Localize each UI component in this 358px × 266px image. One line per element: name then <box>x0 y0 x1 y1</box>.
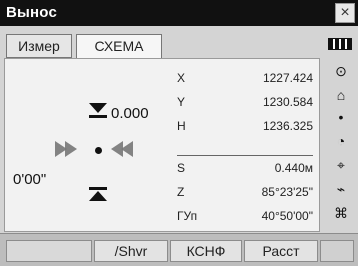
down-arrow-icon <box>89 103 107 113</box>
softkey-1[interactable] <box>6 240 92 262</box>
value-x: 1227.424 <box>262 71 313 85</box>
row-x: X 1227.424 <box>177 69 313 87</box>
coordinates-panel: X 1227.424 Y 1230.584 H 1236.325 S 0.440… <box>177 63 313 229</box>
value-gyn: 40°50'00" <box>261 209 313 223</box>
tab-measure[interactable]: Измер <box>6 34 72 58</box>
keyboard-icon[interactable]: ⌘ <box>326 202 356 224</box>
row-s: S 0.440м <box>177 159 313 177</box>
level-icon[interactable]: ◔ <box>326 130 356 152</box>
softkey-shvr[interactable]: /Shvr <box>94 240 168 262</box>
guidance-panel: 0.000 0'00" <box>13 63 171 229</box>
label-z: Z <box>177 185 185 199</box>
baseline-top <box>89 115 107 118</box>
softkey-bar: /Shvr КСНФ Расст <box>0 233 358 266</box>
row-gyn: ГУп 40°50'00" <box>177 207 313 225</box>
label-y: Y <box>177 95 186 109</box>
label-s: S <box>177 161 186 175</box>
row-z: Z 85°23'25" <box>177 183 313 201</box>
main-panel: 0.000 0'00" X 1227.424 Y 1230.584 H 1236… <box>4 58 320 232</box>
measure-mode-icon[interactable]: ⌖ <box>326 154 356 176</box>
battery-icon <box>328 38 352 50</box>
title-bar: Вынос × <box>0 0 358 26</box>
vertical-offset-value: 0.000 <box>111 105 149 122</box>
baseline-bottom <box>89 187 107 190</box>
row-h: H 1236.325 <box>177 117 313 135</box>
separator-line <box>177 155 313 156</box>
edm-icon[interactable]: ⌁ <box>326 178 356 200</box>
value-h: 1236.325 <box>262 119 313 133</box>
left-arrows-icon <box>55 139 85 159</box>
tab-scheme[interactable]: СХЕМА <box>76 34 162 58</box>
up-arrow-icon <box>89 191 107 201</box>
prism-icon[interactable]: ⌂ <box>326 84 356 106</box>
label-x: X <box>177 71 186 85</box>
label-h: H <box>177 119 186 133</box>
row-y: Y 1230.584 <box>177 93 313 111</box>
window-title: Вынос <box>6 4 58 21</box>
close-button[interactable]: × <box>335 3 355 23</box>
app-window: Вынос × Измер СХЕМА 0.000 0'00" X 1227.4 <box>0 0 358 266</box>
status-sidebar: ⊙ ⌂ • ◔ ⌖ ⌁ ⌘ <box>326 34 356 230</box>
horizontal-angle-value: 0'00" <box>13 171 47 188</box>
softkey-ksnf[interactable]: КСНФ <box>170 240 242 262</box>
right-arrows-icon <box>109 139 139 159</box>
softkey-5[interactable] <box>320 240 354 262</box>
value-y: 1230.584 <box>262 95 313 109</box>
value-s: 0.440м <box>274 161 313 175</box>
target-icon[interactable]: ⊙ <box>326 60 356 82</box>
softkey-rasst[interactable]: Расст <box>244 240 318 262</box>
dot-icon[interactable]: • <box>326 106 356 128</box>
label-gyn: ГУп <box>177 209 198 223</box>
center-dot-icon <box>95 147 102 154</box>
value-z: 85°23'25" <box>261 185 313 199</box>
